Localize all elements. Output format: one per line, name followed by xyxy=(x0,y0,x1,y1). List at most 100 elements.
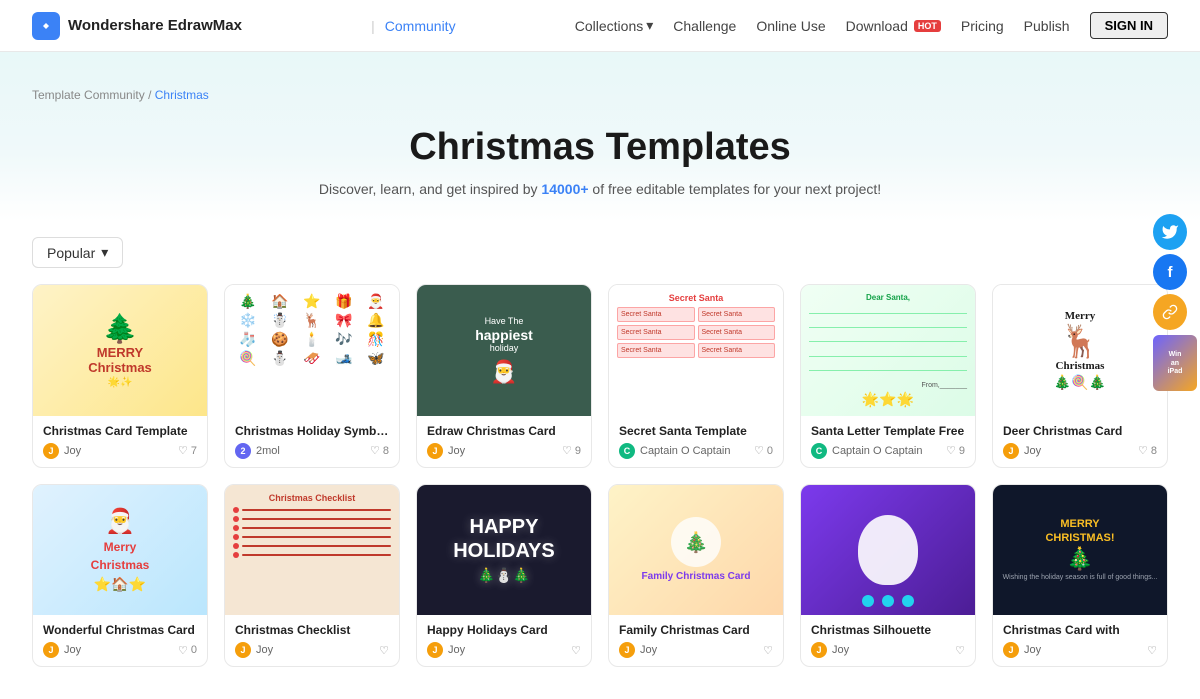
nav-online-use[interactable]: Online Use xyxy=(756,18,825,34)
card-author: C Captain O Captain xyxy=(811,443,923,459)
checklist-title: Christmas Checklist xyxy=(233,493,391,503)
nav-divider: | xyxy=(371,18,375,34)
template-grid-container: 🌲 MERRY Christmas 🌟✨ Christmas Card Temp… xyxy=(0,268,1200,699)
twitter-share-button[interactable] xyxy=(1150,212,1190,252)
heart-icon: ♡ xyxy=(178,644,188,657)
card-meta: J Joy ♡ xyxy=(811,642,965,658)
side-social-bar: f Win an iPad xyxy=(1150,212,1200,394)
card-title: Santa Letter Template Free xyxy=(811,424,965,438)
heart-icon: ♡ xyxy=(955,644,965,657)
template-card[interactable]: HAPPY HOLIDAYS 🎄⛄🎄 Happy Holidays Card J… xyxy=(416,484,592,668)
template-card[interactable]: 🎄 Family Christmas Card Family Christmas… xyxy=(608,484,784,668)
author-avatar: J xyxy=(43,642,59,658)
template-card[interactable]: MERRY CHRISTMAS! 🎄 Wishing the holiday s… xyxy=(992,484,1168,668)
card-title: Christmas Card with xyxy=(1003,623,1157,637)
card-meta: J Joy ♡ 7 xyxy=(43,443,197,459)
card-likes: ♡ 8 xyxy=(370,444,389,457)
breadcrumb-parent[interactable]: Template Community xyxy=(32,88,145,102)
template-card[interactable]: Have The happiest holiday 🎅 Edraw Christ… xyxy=(416,284,592,468)
community-link-group: | Community xyxy=(361,18,455,34)
heart-icon: ♡ xyxy=(370,444,380,457)
dropdown-chevron-icon: ▾ xyxy=(101,244,108,261)
card-likes: ♡ xyxy=(379,644,389,657)
author-avatar: J xyxy=(43,443,59,459)
card-author: J Joy xyxy=(1003,642,1041,658)
heart-icon: ♡ xyxy=(562,444,572,457)
card-meta: J Joy ♡ 0 xyxy=(43,642,197,658)
author-avatar: C xyxy=(811,443,827,459)
card-meta: J Joy ♡ 9 xyxy=(427,443,581,459)
template-grid: 🌲 MERRY Christmas 🌟✨ Christmas Card Temp… xyxy=(32,284,1168,667)
template-count-link[interactable]: 14000+ xyxy=(541,181,588,197)
popular-filter-dropdown[interactable]: Popular ▾ xyxy=(32,237,123,268)
template-card[interactable]: 🌲 MERRY Christmas 🌟✨ Christmas Card Temp… xyxy=(32,284,208,468)
nav-download[interactable]: Download HOT xyxy=(846,18,941,34)
card-likes: ♡ 9 xyxy=(562,444,581,457)
author-avatar: J xyxy=(1003,642,1019,658)
heart-icon: ♡ xyxy=(763,644,773,657)
card-likes: ♡ xyxy=(763,644,773,657)
nav-links: Collections ▾ Challenge Online Use Downl… xyxy=(575,12,1168,39)
heart-icon: ♡ xyxy=(379,644,389,657)
community-link[interactable]: Community xyxy=(385,18,456,34)
brand-name: Wondershare EdrawMax xyxy=(68,17,242,34)
card-likes: ♡ xyxy=(955,644,965,657)
template-card[interactable]: Dear Santa, From,_______ 🌟⭐🌟 Santa Lette… xyxy=(800,284,976,468)
template-card[interactable]: Merry 🦌 Christmas 🎄🍭🎄 Deer Christmas Car… xyxy=(992,284,1168,468)
template-card[interactable]: 🎅 Merry Christmas ⭐🏠⭐ Wonderful Christma… xyxy=(32,484,208,668)
template-card[interactable]: 🎄🏠⭐🎁🎅 ❄️☃️🦌🎀🔔 🧦🍪🕯️🎶🎊 🍭⛄🛷🎿🦋 Christmas Hol… xyxy=(224,284,400,468)
card-meta: J Joy ♡ xyxy=(235,642,389,658)
card-author: J Joy xyxy=(811,642,849,658)
nav-publish[interactable]: Publish xyxy=(1024,18,1070,34)
heart-icon: ♡ xyxy=(571,644,581,657)
card-title: Deer Christmas Card xyxy=(1003,424,1157,438)
author-avatar: J xyxy=(427,642,443,658)
author-avatar: C xyxy=(619,443,635,459)
heart-icon: ♡ xyxy=(754,444,764,457)
nav-pricing[interactable]: Pricing xyxy=(961,18,1004,34)
filter-label: Popular xyxy=(47,245,95,261)
card-likes: ♡ 8 xyxy=(1138,444,1157,457)
card-author: J Joy xyxy=(427,443,465,459)
card-title: Family Christmas Card xyxy=(619,623,773,637)
copy-link-button[interactable] xyxy=(1150,292,1190,332)
card-meta: 2 2mol ♡ 8 xyxy=(235,443,389,459)
card-meta: C Captain O Captain ♡ 9 xyxy=(811,443,965,459)
author-avatar: 2 xyxy=(235,443,251,459)
facebook-share-button[interactable]: f xyxy=(1150,252,1190,292)
heart-icon: ♡ xyxy=(178,444,188,457)
hot-badge: HOT xyxy=(914,20,941,32)
card-title: Christmas Checklist xyxy=(235,623,389,637)
template-card[interactable]: Christmas Silhouette J Joy ♡ xyxy=(800,484,976,668)
nav-challenge[interactable]: Challenge xyxy=(673,18,736,34)
card-author: J Joy xyxy=(619,642,657,658)
filter-bar: Popular ▾ xyxy=(0,221,1200,268)
navbar: Wondershare EdrawMax | Community Collect… xyxy=(0,0,1200,52)
breadcrumb: Template Community / Christmas xyxy=(32,88,1168,102)
card-likes: ♡ xyxy=(571,644,581,657)
card-title: Christmas Card Template xyxy=(43,424,197,438)
nav-logo[interactable]: Wondershare EdrawMax xyxy=(32,12,242,40)
card-title: Christmas Silhouette xyxy=(811,623,965,637)
heart-icon: ♡ xyxy=(1138,444,1148,457)
card-likes: ♡ xyxy=(1147,644,1157,657)
page-title: Christmas Templates xyxy=(32,126,1168,169)
card-title: Edraw Christmas Card xyxy=(427,424,581,438)
hero-section: Template Community / Christmas Christmas… xyxy=(0,52,1200,221)
card-author: J Joy xyxy=(43,443,81,459)
card-meta: J Joy ♡ xyxy=(427,642,581,658)
template-card[interactable]: Christmas Checklist Christmas Checklist xyxy=(224,484,400,668)
nav-collections[interactable]: Collections ▾ xyxy=(575,17,654,34)
author-avatar: J xyxy=(811,642,827,658)
card-meta: C Captain O Captain ♡ 0 xyxy=(619,443,773,459)
author-avatar: J xyxy=(235,642,251,658)
card-author: J Joy xyxy=(43,642,81,658)
promo-banner[interactable]: Win an iPad xyxy=(1153,335,1197,391)
template-card[interactable]: Secret Santa Secret Santa Secret Santa S… xyxy=(608,284,784,468)
chevron-down-icon: ▾ xyxy=(646,17,653,34)
card-likes: ♡ 0 xyxy=(178,644,197,657)
card-title: Wonderful Christmas Card xyxy=(43,623,197,637)
sign-in-button[interactable]: SIGN IN xyxy=(1090,12,1168,39)
card-meta: J Joy ♡ xyxy=(619,642,773,658)
card-title: Happy Holidays Card xyxy=(427,623,581,637)
